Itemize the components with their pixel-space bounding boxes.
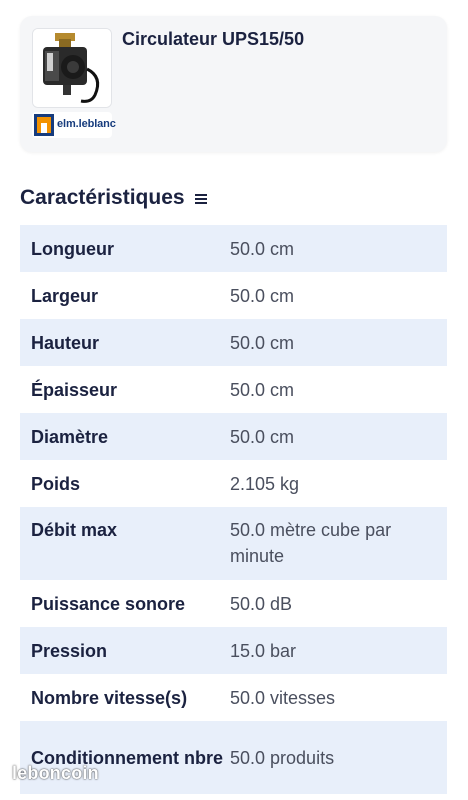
- brand-name: elm.leblanc: [57, 118, 116, 130]
- spec-row: Puissance sonore 50.0 dB: [20, 580, 447, 627]
- spec-value: 50.0 mètre cube par minute: [230, 520, 392, 566]
- spec-value: 50.0 cm: [230, 379, 295, 400]
- spec-row: Épaisseur 50.0 cm: [20, 366, 447, 413]
- spec-label: Débit max: [31, 520, 118, 540]
- brand-logo: elm.leblanc: [32, 112, 116, 138]
- spec-value: 50.0 produits: [230, 747, 335, 768]
- spec-label: Nombre vitesse(s): [31, 687, 188, 708]
- spec-row: Débit max 50.0 mètre cube par minute: [20, 507, 447, 580]
- brand-mark-icon: [34, 114, 54, 136]
- spec-label: Épaisseur: [31, 379, 118, 400]
- spec-row: Hauteur 50.0 cm: [20, 319, 447, 366]
- spec-label: Hauteur: [31, 332, 100, 353]
- spec-row: Pression 15.0 bar: [20, 627, 447, 674]
- spec-value: 50.0 cm: [230, 285, 295, 306]
- spec-label: Largeur: [31, 285, 99, 306]
- spec-value: 50.0 vitesses: [230, 687, 336, 708]
- spec-value: 50.0 cm: [230, 426, 295, 447]
- spec-value: 15.0 bar: [230, 640, 297, 661]
- specs-header: Caractéristiques: [20, 186, 207, 210]
- spec-value: 2.105 kg: [230, 473, 300, 494]
- spec-row: Longueur 50.0 cm: [20, 225, 447, 272]
- spec-row: Largeur 50.0 cm: [20, 272, 447, 319]
- product-image[interactable]: [32, 28, 112, 108]
- spec-label: Longueur: [31, 238, 114, 259]
- specs-table: Longueur 50.0 cm Largeur 50.0 cm Hauteur…: [20, 225, 447, 794]
- spec-value: 50.0 cm: [230, 332, 295, 353]
- spec-label: Poids: [31, 473, 81, 494]
- spec-value: 50.0 dB: [230, 593, 293, 614]
- spec-row: Poids 2.105 kg: [20, 460, 447, 507]
- leboncoin-watermark: leboncoin: [12, 763, 99, 783]
- spec-label: Pression: [31, 640, 108, 661]
- product-title[interactable]: Circulateur UPS15/50: [122, 29, 304, 50]
- spec-label: Puissance sonore: [31, 593, 186, 614]
- spec-value: 50.0 cm: [230, 238, 295, 259]
- spec-row: Nombre vitesse(s) 50.0 vitesses: [20, 674, 447, 721]
- spec-label: Diamètre: [31, 426, 109, 447]
- section-title: Caractéristiques: [20, 186, 185, 209]
- product-card[interactable]: elm.leblanc Circulateur UPS15/50: [20, 16, 447, 152]
- spec-row: Diamètre 50.0 cm: [20, 413, 447, 460]
- circulator-pump-image: [33, 29, 111, 107]
- menu-lines-icon: [194, 194, 207, 204]
